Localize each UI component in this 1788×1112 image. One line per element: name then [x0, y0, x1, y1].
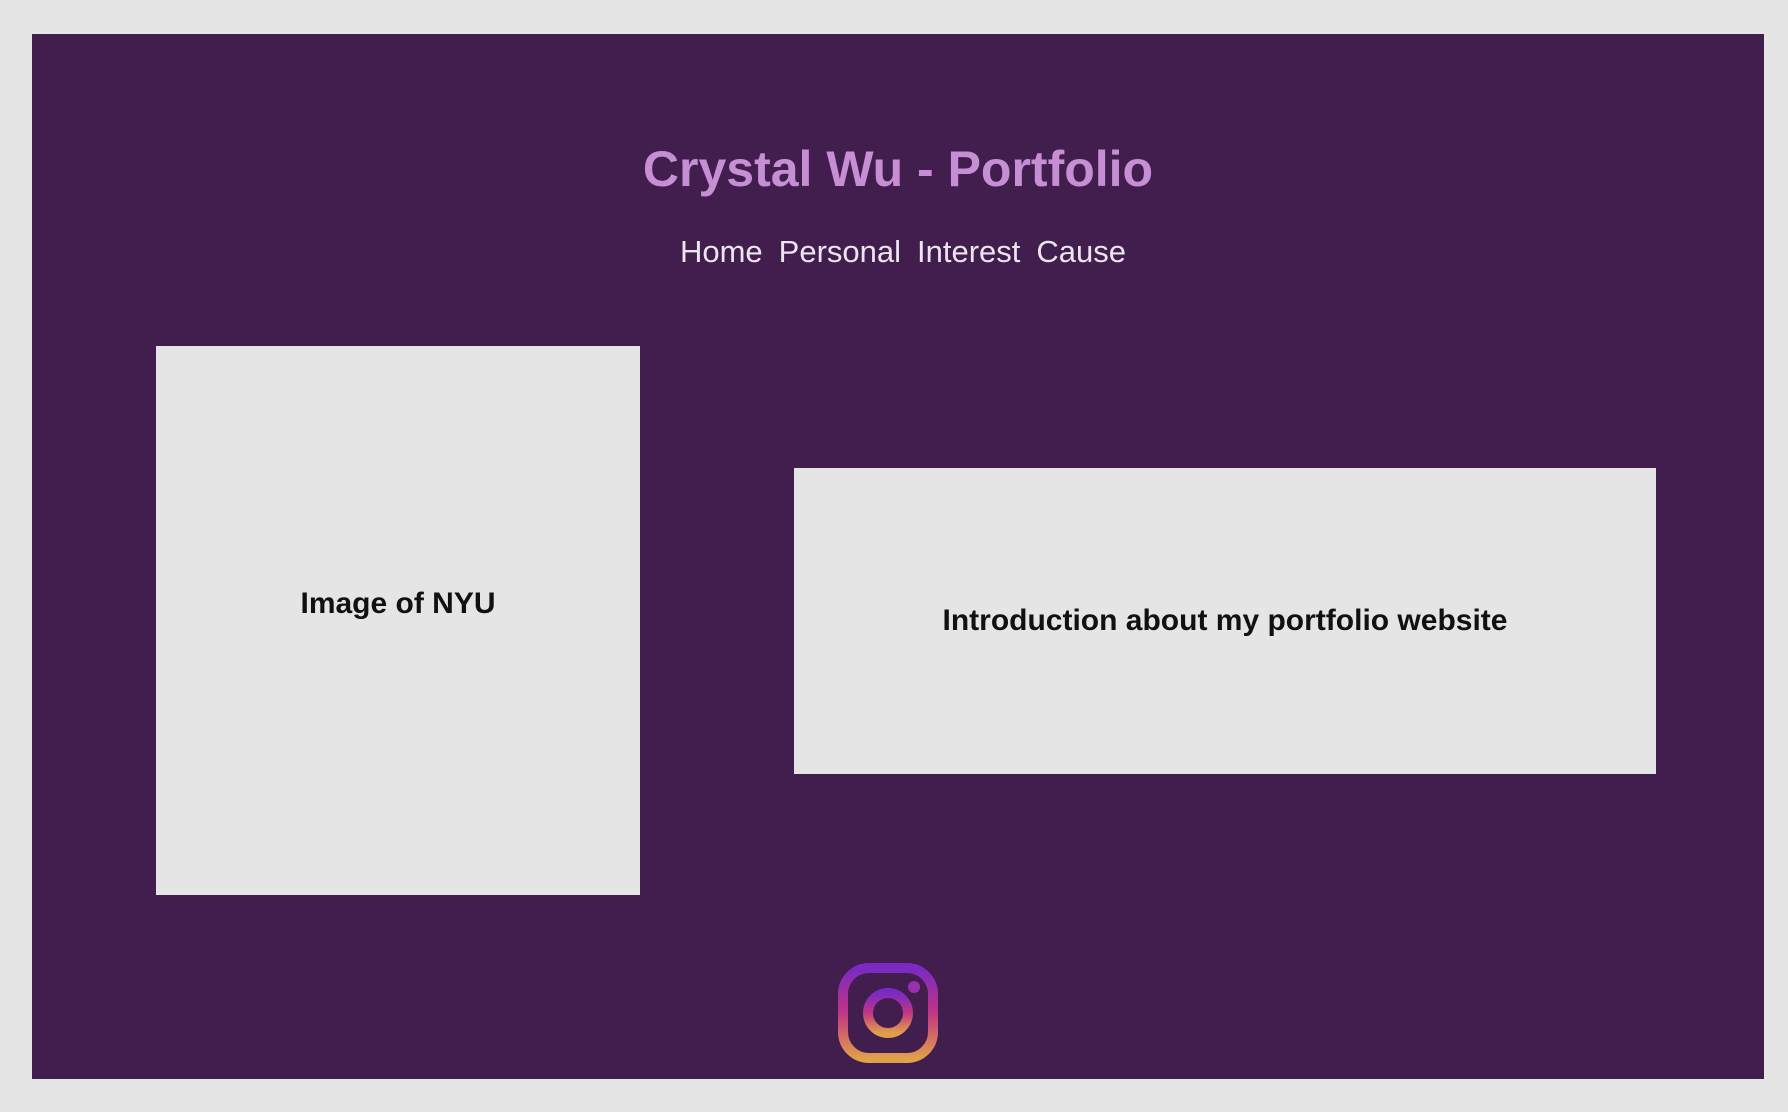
instagram-icon[interactable] [838, 963, 938, 1063]
nav-interest[interactable]: Interest [917, 230, 1020, 274]
nyu-image-label: Image of NYU [300, 586, 496, 620]
page-frame: Crystal Wu - Portfolio Home Personal Int… [32, 34, 1764, 1079]
nyu-image-placeholder: Image of NYU [156, 346, 640, 895]
nav-home[interactable]: Home [680, 230, 763, 274]
nav-personal[interactable]: Personal [779, 230, 901, 274]
nav-cause[interactable]: Cause [1036, 230, 1126, 274]
intro-text: Introduction about my portfolio website [942, 604, 1508, 637]
main-nav: Home Personal Interest Cause [32, 230, 1764, 274]
instagram-icon-graphic [838, 963, 938, 1063]
page-title: Crystal Wu - Portfolio [642, 141, 1154, 197]
intro-box: Introduction about my portfolio website [794, 468, 1656, 774]
